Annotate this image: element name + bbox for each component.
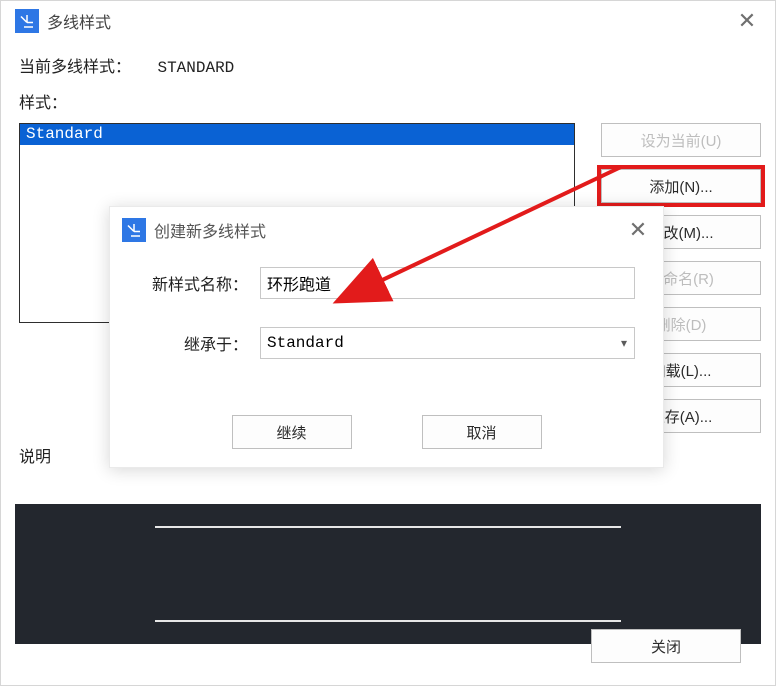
cancel-button[interactable]: 取消 bbox=[422, 415, 542, 449]
add-button[interactable]: 添加(N)... bbox=[601, 169, 761, 203]
inherit-label: 继承于： bbox=[138, 331, 248, 355]
new-name-label: 新样式名称： bbox=[138, 271, 248, 295]
inherit-select[interactable] bbox=[260, 327, 635, 359]
app-icon bbox=[15, 9, 39, 33]
list-item[interactable]: Standard bbox=[20, 124, 574, 145]
modal-close-icon[interactable]: ✕ bbox=[623, 217, 653, 243]
create-style-dialog: 创建新多线样式 ✕ 新样式名称： 继承于： ▾ 继续 取消 bbox=[109, 206, 664, 468]
preview-line-bottom bbox=[155, 620, 621, 622]
current-style-row: 当前多线样式： STANDARD bbox=[19, 49, 761, 89]
modal-title-bar: 创建新多线样式 ✕ bbox=[110, 207, 663, 253]
modal-title: 创建新多线样式 bbox=[154, 218, 623, 242]
preview-line-top bbox=[155, 526, 621, 528]
new-name-input[interactable] bbox=[260, 267, 635, 299]
close-icon[interactable]: ✕ bbox=[729, 8, 765, 34]
close-button[interactable]: 关闭 bbox=[591, 629, 741, 663]
current-style-label: 当前多线样式： bbox=[19, 53, 131, 77]
preview-pane bbox=[15, 504, 761, 644]
styles-label: 样式： bbox=[19, 89, 761, 123]
current-style-value: STANDARD bbox=[157, 59, 234, 77]
continue-button[interactable]: 继续 bbox=[232, 415, 352, 449]
set-current-button[interactable]: 设为当前(U) bbox=[601, 123, 761, 157]
title-bar: 多线样式 ✕ bbox=[1, 1, 775, 41]
dialog-title: 多线样式 bbox=[47, 9, 729, 33]
app-icon bbox=[122, 218, 146, 242]
